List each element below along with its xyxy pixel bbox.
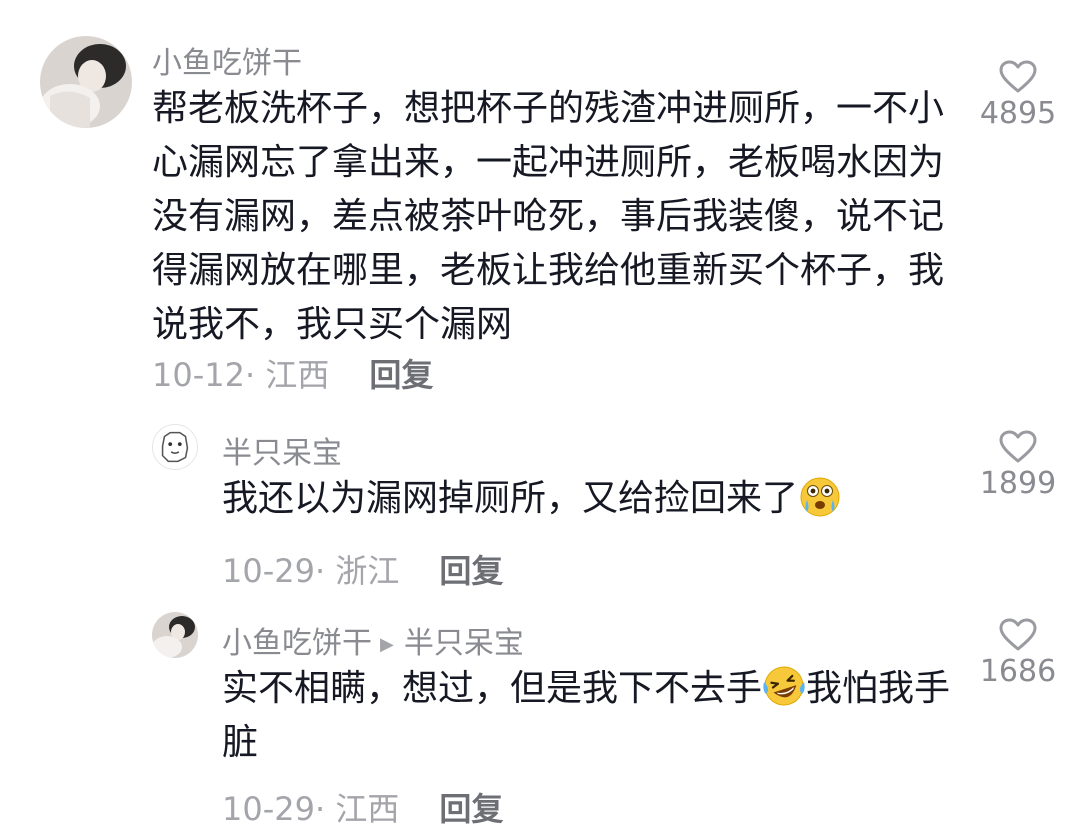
comment-text-part: 我还以为漏网掉厕所，又给捡回来了 — [222, 478, 799, 519]
comment-date-location: 10-12· 江西 — [152, 356, 330, 394]
comment-text: 帮老板洗杯子，想把杯子的残渣冲进厕所，一不小心漏网忘了拿出来，一起冲进厕所，老板… — [152, 88, 945, 345]
comment-username[interactable]: 小鱼吃饼干 — [152, 38, 302, 82]
comment-username-line: 小鱼吃饼干 ▶ 半只呆宝 — [222, 618, 524, 662]
comment-text: 实不相瞒，想过，但是我下不去手 我怕我手脏 — [222, 662, 972, 770]
heart-outline-icon — [999, 430, 1037, 463]
like-count: 1686 — [979, 654, 1057, 689]
user-avatar-image — [153, 425, 197, 469]
user-avatar-image — [152, 612, 198, 658]
reply-button[interactable]: 回复 — [439, 790, 503, 828]
like-button[interactable]: 1686 — [958, 618, 1078, 689]
comment-date-location: 10-29· 浙江 — [222, 552, 400, 590]
avatar[interactable] — [152, 612, 198, 658]
avatar[interactable] — [152, 424, 198, 470]
play-triangle-icon: ▶ — [380, 634, 394, 655]
reply-button[interactable]: 回复 — [369, 356, 433, 394]
comment-username[interactable]: 半只呆宝 — [222, 428, 342, 472]
reply-to-username[interactable]: 半只呆宝 — [404, 626, 524, 661]
heart-outline-icon — [999, 618, 1037, 651]
avatar[interactable] — [40, 36, 132, 128]
comment-meta: 10-29· 浙江 回复 — [222, 546, 503, 592]
heart-outline-icon — [999, 60, 1037, 93]
comment-meta: 10-29· 江西 回复 — [222, 784, 503, 830]
comment-text-part: 实不相瞒，想过，但是我下不去手 — [222, 668, 763, 709]
comment-username[interactable]: 小鱼吃饼干 — [222, 626, 372, 661]
wow-tears-emoji-icon — [798, 474, 842, 518]
like-button[interactable]: 4895 — [958, 60, 1078, 131]
comment-meta: 10-12· 江西 回复 — [152, 350, 433, 396]
like-button[interactable]: 1899 — [958, 430, 1078, 501]
like-count: 1899 — [979, 466, 1057, 501]
like-count: 4895 — [979, 96, 1057, 131]
laugh-tears-emoji-icon — [762, 664, 806, 708]
comment-top-level: 小鱼吃饼干 帮老板洗杯子，想把杯子的残渣冲进厕所，一不小心漏网忘了拿出来，一起冲… — [0, 0, 1080, 400]
comment-reply: 半只呆宝 我还以为漏网掉厕所，又给捡回来了 10-29· 浙江 回复 1899 — [0, 400, 1080, 600]
comment-date-location: 10-29· 江西 — [222, 790, 400, 828]
user-avatar-image — [40, 36, 132, 128]
comment-reply: 小鱼吃饼干 ▶ 半只呆宝 实不相瞒，想过，但是我下不去手 我怕我手脏 10-29· … — [0, 600, 1080, 840]
comment-text: 我还以为漏网掉厕所，又给捡回来了 — [222, 472, 922, 526]
reply-button[interactable]: 回复 — [439, 552, 503, 590]
